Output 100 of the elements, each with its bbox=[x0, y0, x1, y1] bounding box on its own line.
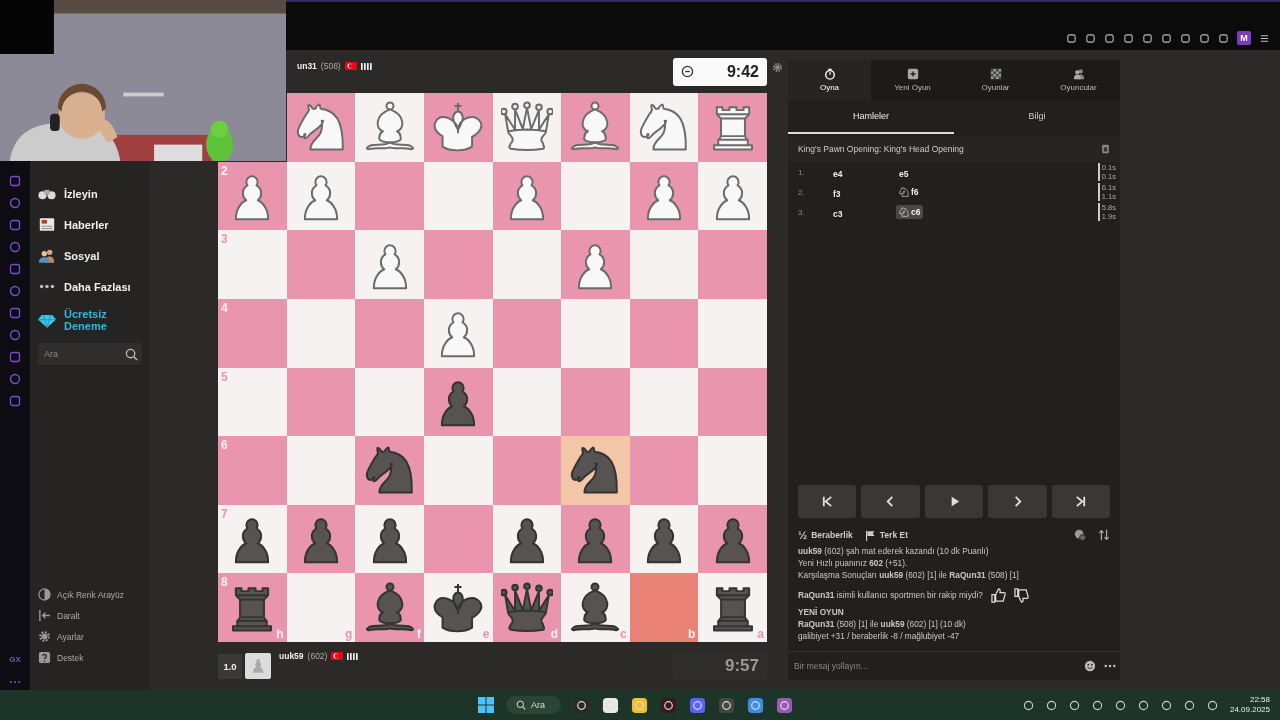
taskbar-app-icon[interactable] bbox=[776, 696, 793, 714]
first-move-button[interactable] bbox=[798, 485, 857, 518]
sidebar-icon[interactable] bbox=[9, 175, 21, 187]
sidebar-icon[interactable] bbox=[9, 219, 21, 231]
sidebar-icon[interactable] bbox=[9, 197, 21, 209]
board-square[interactable] bbox=[355, 93, 424, 162]
move[interactable]: c6 bbox=[896, 205, 924, 219]
move[interactable]: f3 bbox=[830, 187, 844, 201]
taskbar-app-icon[interactable] bbox=[689, 696, 706, 714]
toolbar-icon[interactable] bbox=[1218, 32, 1229, 44]
sidebar-icon[interactable] bbox=[9, 395, 21, 407]
board-square[interactable] bbox=[698, 161, 767, 231]
board-square[interactable] bbox=[492, 93, 562, 162]
collapse-icon[interactable] bbox=[38, 609, 51, 622]
panel-tab[interactable]: Oyuncular bbox=[1037, 60, 1120, 100]
people-icon[interactable] bbox=[38, 248, 56, 263]
start-icon[interactable] bbox=[478, 697, 494, 713]
panel-tab[interactable]: Oyna bbox=[788, 60, 871, 100]
nav-link[interactable]: Sosyal bbox=[64, 249, 100, 262]
board-square[interactable] bbox=[286, 93, 356, 162]
message-input[interactable]: Bir mesaj yollayın... bbox=[792, 660, 1076, 672]
nav-link[interactable]: Ayarlar bbox=[57, 631, 84, 642]
move[interactable]: e5 bbox=[896, 167, 912, 181]
sidebar-icon[interactable] bbox=[9, 351, 21, 363]
help-icon[interactable] bbox=[38, 651, 51, 664]
menu-icon[interactable] bbox=[1259, 32, 1270, 44]
profile-avatar[interactable]: M bbox=[1237, 31, 1251, 45]
taskbar-time[interactable]: 22:58 bbox=[1249, 695, 1270, 705]
board-square[interactable] bbox=[561, 93, 630, 162]
taskbar-search[interactable]: Ara bbox=[506, 696, 561, 714]
board-square[interactable] bbox=[561, 230, 630, 299]
move[interactable]: e4 bbox=[830, 167, 846, 181]
nav-link[interactable]: Açık Renk Arayüz bbox=[57, 589, 125, 600]
nav-link[interactable]: İzleyin bbox=[64, 187, 98, 200]
taskbar-app-icon[interactable] bbox=[718, 696, 735, 714]
player-name[interactable]: uuk59 bbox=[279, 651, 304, 661]
emoji-icon[interactable] bbox=[1084, 660, 1096, 672]
search-field[interactable]: Ara bbox=[38, 343, 142, 365]
tray-icon[interactable] bbox=[1022, 699, 1034, 711]
board-square[interactable] bbox=[423, 367, 493, 437]
toolbar-icon[interactable] bbox=[1066, 32, 1077, 44]
sidebar-icon[interactable] bbox=[9, 329, 21, 341]
board-square[interactable] bbox=[698, 504, 767, 574]
tray-icon[interactable] bbox=[1114, 699, 1126, 711]
play-button[interactable] bbox=[924, 485, 984, 518]
toolbar-icon[interactable] bbox=[1180, 32, 1191, 44]
flip-board-icon[interactable] bbox=[1098, 529, 1110, 541]
book-icon[interactable] bbox=[1101, 144, 1110, 154]
tray-icon[interactable] bbox=[1137, 699, 1149, 711]
nav-link[interactable]: Haberler bbox=[64, 218, 109, 231]
game-action-button[interactable]: ½ Beraberlik bbox=[798, 529, 853, 541]
tray-icon[interactable] bbox=[1045, 699, 1057, 711]
board-square[interactable] bbox=[492, 161, 562, 231]
settings-icon[interactable] bbox=[38, 630, 51, 643]
thumbs-down-icon[interactable] bbox=[1013, 588, 1029, 604]
board-square[interactable] bbox=[423, 93, 493, 162]
panel-tab[interactable]: Yeni Oyun bbox=[871, 60, 954, 100]
nav-link[interactable]: Daralt bbox=[57, 610, 80, 621]
taskbar-app-icon[interactable] bbox=[631, 696, 648, 714]
settings-icon[interactable] bbox=[772, 62, 783, 73]
board-square[interactable] bbox=[355, 230, 424, 299]
board-square[interactable] bbox=[698, 93, 767, 162]
game-action-button[interactable]: Terk Et bbox=[864, 529, 908, 541]
toolbar-icon[interactable] bbox=[1199, 32, 1210, 44]
board-square[interactable] bbox=[423, 298, 493, 368]
tray-icon[interactable] bbox=[1091, 699, 1103, 711]
bishop-icon[interactable] bbox=[569, 581, 622, 634]
player-name[interactable]: un31 bbox=[297, 61, 317, 71]
last-move-button[interactable] bbox=[1051, 485, 1111, 518]
board-square[interactable] bbox=[629, 93, 699, 162]
toolbar-icon[interactable] bbox=[1123, 32, 1134, 44]
board-square[interactable] bbox=[561, 436, 630, 505]
board-square[interactable] bbox=[286, 161, 356, 231]
board-square[interactable] bbox=[561, 504, 630, 574]
tray-icon[interactable] bbox=[1183, 699, 1195, 711]
board-square[interactable] bbox=[286, 504, 356, 574]
sidebar-icon[interactable] bbox=[9, 263, 21, 275]
toolbar-icon[interactable] bbox=[1104, 32, 1115, 44]
board-square[interactable] bbox=[492, 504, 562, 574]
sidebar-icon[interactable] bbox=[9, 285, 21, 297]
king-icon[interactable] bbox=[432, 581, 485, 634]
taskbar-date[interactable]: 24.09.2025 bbox=[1229, 705, 1270, 715]
taskbar-app-icon[interactable] bbox=[573, 696, 590, 714]
nav-link[interactable]: Ücretsiz Deneme bbox=[64, 308, 124, 332]
tray-icon[interactable] bbox=[1160, 699, 1172, 711]
diamond-icon[interactable] bbox=[38, 312, 56, 328]
board-square[interactable] bbox=[355, 436, 424, 505]
sidebar-icon[interactable] bbox=[9, 373, 21, 385]
thumbs-up-icon[interactable] bbox=[990, 588, 1006, 604]
nav-link[interactable]: Daha Fazlası bbox=[64, 280, 131, 293]
board-square[interactable] bbox=[629, 161, 699, 231]
sidebar-icon[interactable] bbox=[9, 307, 21, 319]
board-square[interactable] bbox=[629, 504, 699, 574]
toolbar-icon[interactable] bbox=[1085, 32, 1096, 44]
sidebar-icon[interactable] bbox=[9, 241, 21, 253]
queen-icon[interactable] bbox=[500, 101, 553, 154]
bishop-icon[interactable] bbox=[363, 581, 416, 634]
move[interactable]: c3 bbox=[830, 207, 846, 221]
toolbar-icon[interactable] bbox=[1142, 32, 1153, 44]
taskbar-app-icon[interactable] bbox=[602, 696, 619, 714]
